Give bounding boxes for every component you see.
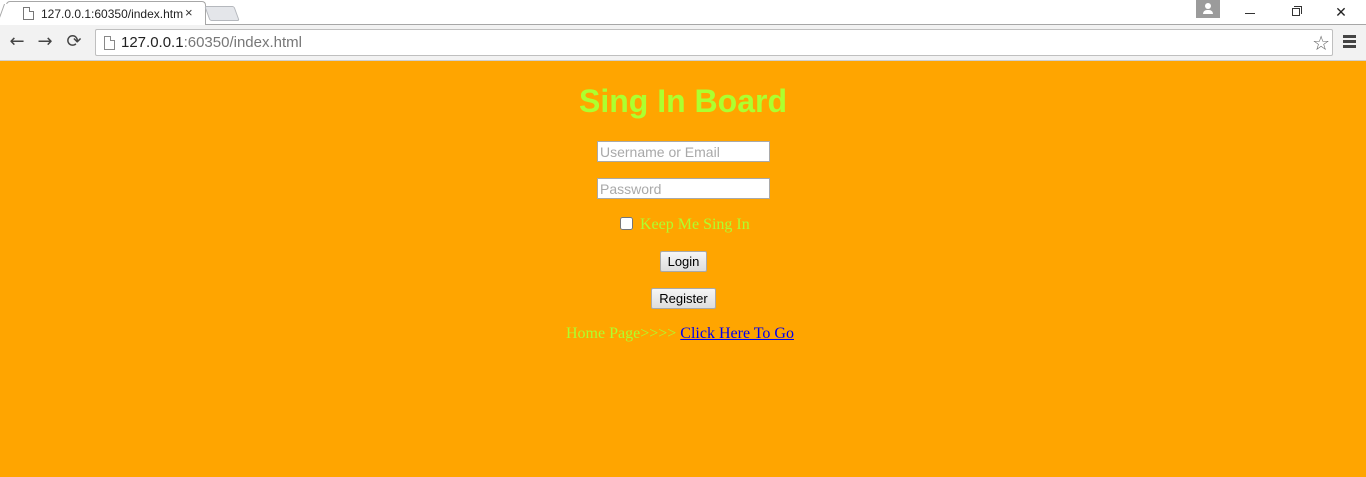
url-path: :60350/index.html: [183, 34, 302, 51]
username-input[interactable]: [597, 141, 770, 162]
menu-icon[interactable]: [1343, 35, 1357, 49]
password-input[interactable]: [597, 178, 770, 199]
tab-strip: 127.0.0.1:60350/index.htm × ✕: [0, 0, 1366, 26]
url-host: 127.0.0.1: [121, 34, 184, 51]
remember-me-label: Keep Me Sing In: [640, 216, 750, 233]
address-url[interactable]: 127.0.0.1:60350/index.html: [121, 34, 302, 51]
browser-toolbar: ← → ⟳ 127.0.0.1:60350/index.html ☆: [0, 25, 1366, 61]
restore-window-button[interactable]: [1273, 0, 1319, 25]
home-page-line: Home Page>>>> Click Here To Go: [566, 325, 794, 343]
page-icon: [104, 36, 115, 50]
star-icon[interactable]: ☆: [1312, 31, 1330, 55]
browser-tab-active[interactable]: 127.0.0.1:60350/index.htm ×: [6, 1, 206, 26]
tab-title: 127.0.0.1:60350/index.htm: [41, 7, 183, 21]
home-page-label: Home Page>>>>: [566, 325, 677, 342]
close-window-button[interactable]: ✕: [1318, 0, 1364, 25]
page-title: Sing In Board: [579, 83, 787, 119]
page-viewport: Sing In Board Keep Me Sing In Login Regi…: [0, 61, 1366, 477]
login-button[interactable]: Login: [660, 251, 707, 272]
home-page-link[interactable]: Click Here To Go: [680, 325, 794, 342]
file-icon: [23, 7, 34, 20]
tab-close-icon[interactable]: ×: [185, 5, 193, 20]
profile-icon[interactable]: [1196, 0, 1220, 18]
new-tab-button[interactable]: [204, 6, 240, 21]
reload-icon[interactable]: ⟳: [64, 32, 84, 52]
minimize-window-button[interactable]: [1227, 0, 1273, 25]
address-bar[interactable]: 127.0.0.1:60350/index.html ☆: [95, 29, 1333, 56]
back-arrow-icon[interactable]: ←: [7, 32, 27, 52]
remember-me-checkbox[interactable]: [620, 217, 633, 230]
register-button[interactable]: Register: [651, 288, 716, 309]
forward-arrow-icon[interactable]: →: [35, 32, 55, 52]
